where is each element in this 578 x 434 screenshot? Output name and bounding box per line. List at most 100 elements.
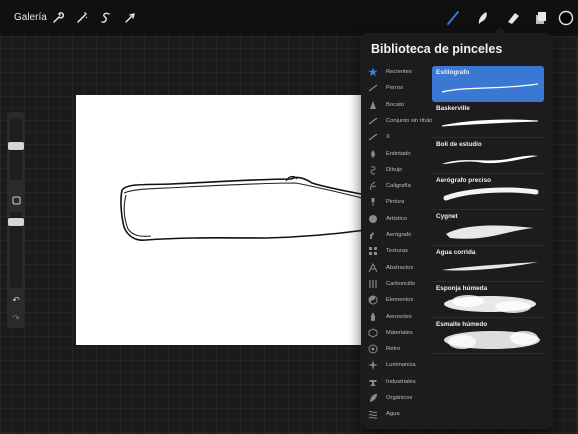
brush-opacity-thumb[interactable] [8,218,24,226]
modify-button[interactable] [7,192,25,208]
abstract-icon [366,261,380,275]
brush-stroke-preview [441,83,539,93]
brush-set-item[interactable]: Retro [361,341,433,357]
brush-set-label: Caligrafía [386,183,411,190]
brush-item[interactable]: Esmalte húmedo [432,318,544,354]
materials-icon [366,326,380,340]
brush-item[interactable]: Estilógrafo [432,66,544,102]
brush-set-item[interactable]: Abstractos [361,260,433,276]
calligraphy-icon [366,179,380,193]
whale-sketch [120,175,366,241]
paint-brush-icon [366,195,380,209]
brush-set-item[interactable]: Bocato [361,97,433,113]
brush-set-label: Aerógrafo [386,232,412,238]
brush-set-item[interactable]: Agua [361,406,433,422]
brush-set-item[interactable]: Caligrafía [361,178,433,194]
brush-name: Boli de estudio [436,141,482,148]
brush-name: Cygnet [436,213,458,220]
brush-set-label: Entintado [386,150,411,157]
brush-set-label: Elementos [386,297,414,304]
brush-name: Esmalte húmedo [436,321,488,328]
brush-stroke-preview [442,155,538,164]
brush-item[interactable]: Baskerville [432,102,544,138]
adjustments-button[interactable] [74,10,90,26]
brush-set-item[interactable]: Elementos [361,292,433,308]
brush-library-panel: Biblioteca de pinceles Recientes Perros Bo… [361,27,552,429]
brush-name: Esponja húmeda [436,285,488,292]
brush-name: Estilógrafo [436,69,470,76]
procreate-workspace: ↶ ↷ Galería Biblioteca de pinceles Recie… [0,0,578,434]
brush-set-item[interactable]: Aerosoles [361,309,433,325]
brush-item[interactable]: Esponja húmeda [432,282,544,318]
color-button[interactable] [557,9,575,27]
brush-set-label: Conjunto sin título [386,117,433,124]
pencil-swirl-icon [366,163,380,177]
brush-item[interactable]: Boli de estudio [432,138,544,174]
brush-set-item[interactable]: Carboncillo [361,276,433,292]
brush-set-label: Perros [386,85,404,92]
brush-stroke-preview [443,187,539,201]
retro-icon [366,342,380,356]
brush-set-item[interactable]: Artístico [361,211,433,227]
brush-set-item[interactable]: Perros [361,80,433,96]
redo-button[interactable]: ↷ [7,310,25,326]
eraser-tool-button[interactable] [504,9,522,27]
redo-icon: ↷ [12,312,20,323]
color-icon [558,10,574,26]
undo-icon: ↶ [12,294,20,305]
selection-button[interactable] [98,10,114,26]
brush-set-label: Artístico [386,215,407,222]
layers-button[interactable] [532,9,550,27]
brush-sets-list: Recientes Perros Bocato Conjunto sin título… [361,64,433,424]
brush-item[interactable]: Cygnet [432,210,544,246]
brush-item[interactable]: Agua corrida [432,246,544,282]
anvil-icon [366,375,380,389]
sparkle-icon [366,358,380,372]
square-icon [12,196,20,204]
brush-set-item[interactable]: Aerógrafo [361,227,433,243]
gallery-button[interactable]: Galería [14,12,47,23]
transform-button[interactable] [122,10,138,26]
brush-set-item[interactable]: Orgánicos [361,390,433,406]
drawing-canvas[interactable] [76,95,366,345]
brush-set-label: Luminancia [386,362,416,369]
brush-set-label: Retro [386,346,401,353]
brush-size-slider[interactable] [8,118,24,180]
brush-set-item[interactable]: X [361,129,433,145]
magic-wand-icon [77,12,88,23]
brush-set-item[interactable]: Texturas [361,243,433,259]
brush-set-item[interactable]: Dibujo [361,162,433,178]
brush-name: Aerógrafo preciso [436,177,492,184]
brush-set-label: Orgánicos [386,395,413,401]
brush-opacity-slider[interactable] [8,212,24,288]
smudge-tool-button[interactable] [474,9,492,27]
brush-size-thumb[interactable] [8,142,24,150]
actions-button[interactable] [50,10,66,26]
yin-yang-icon [366,293,380,307]
brush-tool-button[interactable] [444,9,462,27]
selection-icon [101,12,110,23]
brush-set-label: Dibujo [386,166,403,173]
brush-set-item[interactable]: Materiales [361,325,433,341]
brush-set-label: Bocato [386,101,405,108]
brush-set-label: Carboncillo [386,280,415,287]
brush-set-label: Texturas [386,248,408,255]
brush-item[interactable]: Aerógrafo preciso [432,174,544,210]
brush-set-label: Recientes [386,69,412,75]
brush-set-label: Pintura [386,199,405,206]
brush-set-label: X [386,134,390,141]
brush-set-item[interactable]: Recientes [361,64,433,80]
brush-set-item[interactable]: Conjunto sin título [361,113,433,129]
brush-set-item[interactable]: Industriales [361,374,433,390]
texture-icon [366,244,380,258]
star-icon [366,65,380,79]
brush-set-label: Aerosoles [386,313,412,320]
brush-set-item[interactable]: Entintado [361,146,433,162]
brush-stroke-preview [442,262,538,271]
brush-stroke-preview [444,331,540,349]
undo-button[interactable]: ↶ [7,292,25,308]
brush-set-item[interactable]: Pintura [361,194,433,210]
spray-can-icon [366,310,380,324]
brush-set-item[interactable]: Luminancia [361,357,433,373]
layers-icon [536,12,546,24]
